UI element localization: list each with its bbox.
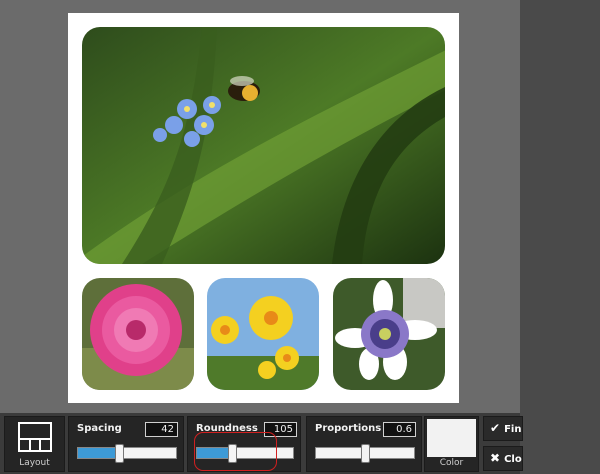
roundness-highlight-outline: [194, 432, 277, 471]
close-label: Clo: [504, 454, 522, 465]
color-caption: Color: [439, 458, 464, 468]
layout-caption: Layout: [19, 458, 50, 468]
color-button[interactable]: Color: [424, 416, 479, 472]
roundness-control: Roundness 105: [187, 416, 301, 472]
proportions-value-field[interactable]: 0.6: [383, 422, 416, 437]
spacing-value-field[interactable]: 42: [145, 422, 178, 437]
right-side-panel: [520, 0, 600, 474]
spacing-label: Spacing: [77, 423, 122, 434]
close-button[interactable]: ✖ Clo: [483, 446, 523, 471]
layout-grid-icon: [18, 422, 52, 452]
photo-pink-dahlia[interactable]: [82, 278, 194, 390]
spacing-control: Spacing 42: [68, 416, 184, 472]
color-swatch: [427, 419, 476, 457]
spacing-slider-handle[interactable]: [115, 444, 125, 463]
photo-passion-flower[interactable]: [333, 278, 445, 390]
proportions-label: Proportions: [315, 423, 382, 434]
spacing-slider-fill: [78, 448, 120, 458]
proportions-control: Proportions 0.6: [306, 416, 422, 472]
photo-forget-me-not-bee[interactable]: [82, 27, 445, 264]
proportions-slider-handle[interactable]: [361, 444, 370, 463]
layout-button[interactable]: Layout: [4, 416, 65, 472]
finish-label: Fin: [504, 424, 522, 435]
checkmark-icon: ✔: [490, 421, 501, 435]
photo-yellow-daffodils[interactable]: [207, 278, 319, 390]
close-icon: ✖: [490, 451, 501, 465]
finish-button[interactable]: ✔ Fin: [483, 416, 523, 441]
spacing-slider[interactable]: [77, 444, 177, 463]
collage-canvas: [68, 13, 459, 403]
proportions-slider[interactable]: [315, 444, 415, 463]
